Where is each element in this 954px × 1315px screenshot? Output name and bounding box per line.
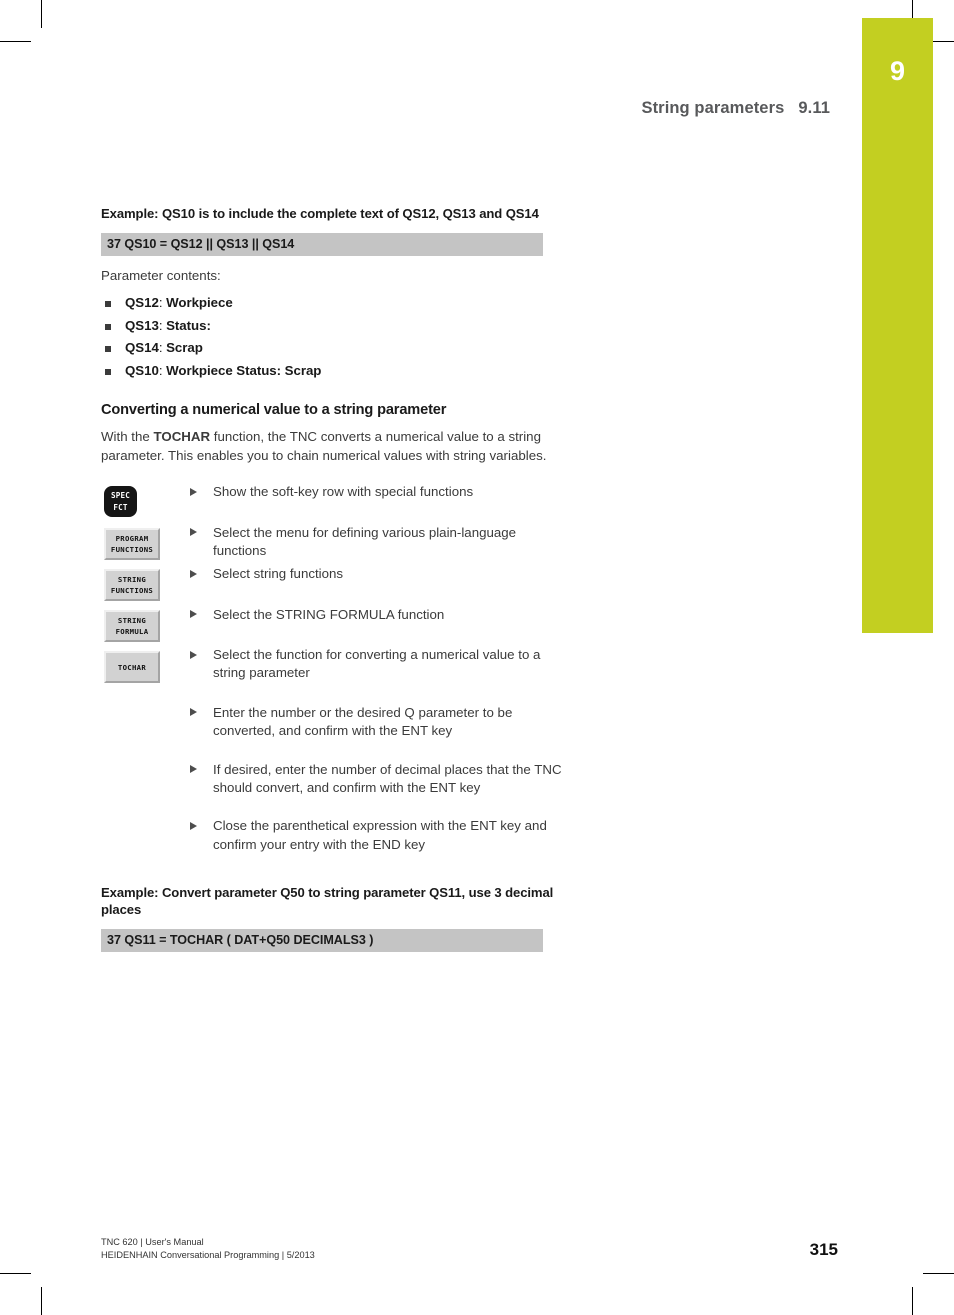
running-head-section: 9.11 bbox=[798, 99, 830, 117]
list-item: QS14: Scrap bbox=[101, 340, 571, 355]
triangle-bullet-icon bbox=[190, 821, 197, 830]
chapter-number: 9 bbox=[889, 56, 906, 86]
procedure-step: Select string functions bbox=[187, 565, 571, 583]
paragraph-text-before: With the bbox=[101, 428, 154, 444]
list-item-param: QS13 bbox=[125, 317, 159, 333]
section-heading: Converting a numerical value to a string… bbox=[101, 401, 447, 418]
procedure-step-text: Show the soft-key row with special funct… bbox=[213, 484, 474, 500]
triangle-bullet-icon bbox=[190, 765, 197, 773]
square-bullet-icon bbox=[105, 368, 111, 375]
procedure-step-text: Enter the number or the desired Q parame… bbox=[213, 704, 513, 739]
procedure-step: Enter the number or the desired Q parame… bbox=[187, 704, 571, 741]
example1-title: Example: QS10 is to include the complete… bbox=[101, 206, 539, 221]
procedure-step-text: Select the function for converting a num… bbox=[213, 647, 541, 681]
softkey-label-line1: STRING bbox=[117, 615, 147, 625]
procedure-step: Select the STRING FORMULA function bbox=[187, 606, 571, 624]
triangle-bullet-icon bbox=[190, 708, 197, 717]
list-item-value: Scrap bbox=[166, 340, 203, 356]
list-item: QS10: Workpiece Status: Scrap bbox=[101, 363, 571, 378]
softkey-label-line2: FUNCTIONS bbox=[110, 545, 154, 555]
crop-mark-top-left-vertical bbox=[41, 0, 42, 28]
square-bullet-icon bbox=[105, 301, 111, 308]
list-item-param: QS10 bbox=[125, 362, 159, 378]
procedure-step-text: Select string functions bbox=[213, 566, 344, 582]
paragraph-emphasis: TOCHAR bbox=[153, 428, 211, 444]
list-item-separator: : bbox=[158, 317, 167, 333]
running-head-title: String parameters bbox=[641, 99, 785, 117]
list-item-param: QS14 bbox=[125, 340, 159, 356]
crop-mark-bottom-left-vertical bbox=[41, 1287, 42, 1315]
softkey-tochar[interactable]: TOCHAR bbox=[104, 651, 160, 684]
list-item-separator: : bbox=[158, 295, 167, 311]
softkey-string-formula[interactable]: STRING FORMULA bbox=[104, 610, 160, 643]
softkey-spec-fct[interactable]: SPEC FCT bbox=[104, 486, 137, 518]
crop-mark-bottom-right-vertical bbox=[912, 1287, 913, 1315]
list-item-param: QS12 bbox=[125, 295, 159, 311]
list-item-separator: : bbox=[158, 340, 167, 356]
example2-code-bar: 37 QS11 = TOCHAR ( DAT+Q50 DECIMALS3 ) bbox=[101, 929, 543, 953]
footer-line-2: HEIDENHAIN Conversational Programming | … bbox=[101, 1250, 315, 1261]
chapter-tab bbox=[862, 18, 933, 633]
square-bullet-icon bbox=[105, 346, 111, 353]
example1-code-bar: 37 QS10 = QS12 || QS13 || QS14 bbox=[101, 233, 543, 257]
procedure-step-text: Close the parenthetical expression with … bbox=[213, 818, 547, 852]
procedure-block: SPEC FCT PROGRAM FUNCTIONS STRING FUNCTI… bbox=[101, 483, 571, 853]
triangle-bullet-icon bbox=[190, 569, 197, 578]
list-item-value: Workpiece bbox=[166, 295, 233, 311]
crop-mark-top-left-horizontal bbox=[0, 41, 31, 42]
procedure-step-text: If desired, enter the number of decimal … bbox=[213, 761, 562, 795]
list-item: QS13: Status: bbox=[101, 318, 571, 333]
softkey-label-line1: PROGRAM bbox=[115, 533, 149, 543]
section-paragraph: With the TOCHAR function, the TNC conver… bbox=[101, 428, 553, 466]
triangle-bullet-icon bbox=[190, 610, 197, 619]
parameter-contents-label: Parameter contents: bbox=[101, 268, 221, 284]
page-number: 315 bbox=[809, 1240, 838, 1259]
procedure-step: Select the function for converting a num… bbox=[187, 646, 571, 683]
softkey-label-line2: FUNCTIONS bbox=[110, 586, 154, 596]
softkey-label-line2: FORMULA bbox=[115, 627, 149, 637]
procedure-step-text: Select the menu for defining various pla… bbox=[213, 524, 517, 559]
parameter-contents-list: QS12: Workpiece QS13: Status: QS14: Scra… bbox=[101, 295, 571, 378]
footer-line-1: TNC 620 | User's Manual bbox=[101, 1237, 204, 1247]
softkey-string-functions[interactable]: STRING FUNCTIONS bbox=[104, 569, 160, 602]
square-bullet-icon bbox=[105, 323, 111, 330]
procedure-step-text: Select the STRING FORMULA function bbox=[213, 606, 445, 622]
triangle-bullet-icon bbox=[190, 650, 197, 659]
triangle-bullet-icon bbox=[190, 528, 197, 537]
softkey-program-functions[interactable]: PROGRAM FUNCTIONS bbox=[104, 528, 160, 561]
crop-mark-bottom-left-horizontal bbox=[0, 1273, 31, 1274]
softkey-label-line2: FCT bbox=[113, 502, 128, 512]
procedure-step: Close the parenthetical expression with … bbox=[187, 817, 571, 854]
softkey-label-line1: SPEC bbox=[110, 490, 131, 500]
crop-mark-bottom-right-horizontal bbox=[923, 1273, 954, 1274]
triangle-bullet-icon bbox=[190, 487, 197, 496]
footer-imprint: TNC 620 | User's Manual HEIDENHAIN Conve… bbox=[101, 1236, 315, 1263]
list-item-separator: : bbox=[158, 362, 167, 378]
list-item-value: Workpiece Status: Scrap bbox=[166, 362, 322, 378]
softkey-label-line1: STRING bbox=[117, 574, 147, 584]
procedure-step: Select the menu for defining various pla… bbox=[187, 524, 571, 561]
procedure-step: Show the soft-key row with special funct… bbox=[187, 483, 571, 501]
list-item: QS12: Workpiece bbox=[101, 295, 571, 310]
page-content: Example: QS10 is to include the complete… bbox=[101, 0, 571, 953]
softkey-label-line1: TOCHAR bbox=[117, 662, 147, 672]
list-item-value: Status: bbox=[166, 317, 211, 333]
procedure-step: If desired, enter the number of decimal … bbox=[187, 761, 571, 798]
example2-title: Example: Convert parameter Q50 to string… bbox=[101, 884, 554, 918]
procedure-steps: Show the soft-key row with special funct… bbox=[187, 483, 571, 853]
